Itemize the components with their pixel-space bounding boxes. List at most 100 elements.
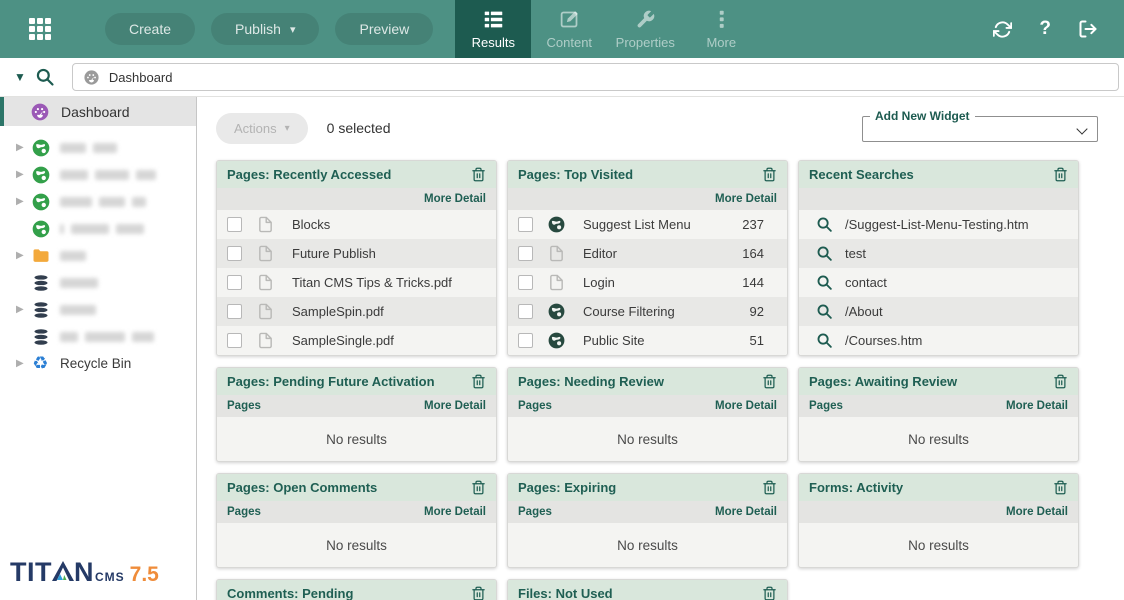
widget-files-not-used: Files: Not Used bbox=[507, 579, 788, 600]
row-checkbox[interactable] bbox=[518, 217, 533, 232]
content-edit-icon bbox=[559, 9, 580, 30]
expand-arrow-icon[interactable]: ▶ bbox=[16, 196, 30, 207]
app-grid-icon[interactable] bbox=[29, 18, 51, 40]
tab-properties[interactable]: Properties bbox=[607, 0, 683, 58]
expand-arrow-icon[interactable]: ▶ bbox=[16, 250, 30, 261]
tab-more[interactable]: More bbox=[683, 0, 759, 58]
row-label: contact bbox=[845, 275, 887, 290]
more-detail-link[interactable]: More Detail bbox=[715, 193, 777, 205]
row-label: SampleSingle.pdf bbox=[292, 333, 394, 348]
preview-button[interactable]: Preview bbox=[335, 13, 433, 45]
publish-button[interactable]: Publish▾ bbox=[211, 13, 319, 45]
tab-results[interactable]: Results bbox=[455, 0, 531, 58]
actions-button[interactable]: Actions▾ bbox=[216, 113, 308, 144]
more-detail-link[interactable]: More Detail bbox=[424, 506, 486, 518]
list-item[interactable]: /Courses.htm bbox=[799, 326, 1078, 355]
trash-icon[interactable] bbox=[762, 586, 777, 600]
more-detail-link[interactable]: More Detail bbox=[715, 506, 777, 518]
main-tabs: Results Content Properties More bbox=[455, 0, 759, 58]
expand-arrow-icon[interactable]: ▶ bbox=[16, 304, 30, 315]
expand-arrow-icon[interactable]: ▶ bbox=[16, 142, 30, 153]
logo-mountain-icon bbox=[52, 557, 74, 577]
sidebar-item-site[interactable]: ▶ bbox=[0, 161, 196, 188]
sidebar-item-recycle-bin[interactable]: ▶ ♻ Recycle Bin bbox=[0, 350, 196, 377]
sidebar-item-database[interactable] bbox=[0, 269, 196, 296]
row-label: test bbox=[845, 246, 866, 261]
list-item[interactable]: /Suggest-List-Menu-Testing.htm bbox=[799, 210, 1078, 239]
row-checkbox[interactable] bbox=[227, 217, 242, 232]
sidebar-item-site[interactable] bbox=[0, 215, 196, 242]
more-detail-link[interactable]: More Detail bbox=[424, 193, 486, 205]
search-icon[interactable] bbox=[35, 67, 55, 87]
row-checkbox[interactable] bbox=[518, 304, 533, 319]
row-count: 51 bbox=[750, 333, 764, 348]
trash-icon[interactable] bbox=[1053, 167, 1068, 182]
refresh-icon[interactable] bbox=[993, 20, 1012, 39]
logout-icon[interactable] bbox=[1078, 19, 1098, 39]
help-icon[interactable]: ? bbox=[1039, 18, 1051, 40]
create-label: Create bbox=[129, 21, 171, 37]
list-item[interactable]: contact bbox=[799, 268, 1078, 297]
row-label: Titan CMS Tips & Tricks.pdf bbox=[292, 275, 452, 290]
trash-icon[interactable] bbox=[471, 586, 486, 600]
row-checkbox[interactable] bbox=[227, 304, 242, 319]
trash-icon[interactable] bbox=[762, 480, 777, 495]
trash-icon[interactable] bbox=[1053, 480, 1068, 495]
sidebar-item-folder[interactable]: ▶ bbox=[0, 242, 196, 269]
more-detail-link[interactable]: More Detail bbox=[424, 400, 486, 412]
trash-icon[interactable] bbox=[471, 167, 486, 182]
more-detail-link[interactable]: More Detail bbox=[1006, 400, 1068, 412]
search-icon bbox=[815, 332, 833, 349]
widget-pages-top-visited: Pages: Top Visited More Detail Suggest L… bbox=[507, 160, 788, 356]
list-item[interactable]: Editor164 bbox=[508, 239, 787, 268]
search-input-value: Dashboard bbox=[109, 70, 173, 85]
sidebar-item-database[interactable]: ▶ bbox=[0, 296, 196, 323]
expand-arrow-icon[interactable]: ▶ bbox=[16, 358, 30, 369]
sidebar-item-site[interactable]: ▶ bbox=[0, 188, 196, 215]
list-item[interactable]: Public Site 51 bbox=[508, 326, 787, 355]
more-detail-link[interactable]: More Detail bbox=[715, 400, 777, 412]
row-checkbox[interactable] bbox=[518, 275, 533, 290]
widget-title: Pages: Expiring bbox=[518, 480, 762, 495]
list-item[interactable]: Suggest List Menu237 bbox=[508, 210, 787, 239]
list-item[interactable]: test bbox=[799, 239, 1078, 268]
search-input[interactable]: Dashboard bbox=[72, 63, 1119, 91]
trash-icon[interactable] bbox=[471, 480, 486, 495]
list-item[interactable]: SampleSingle.pdf bbox=[217, 326, 496, 355]
list-item[interactable]: Course Filtering92 bbox=[508, 297, 787, 326]
add-new-widget-select[interactable]: Add New Widget bbox=[862, 109, 1098, 142]
search-dropdown-caret-icon[interactable]: ▼ bbox=[14, 70, 26, 84]
row-label: Suggest List Menu bbox=[583, 217, 691, 232]
trash-icon[interactable] bbox=[1053, 374, 1068, 389]
sidebar-item-dashboard[interactable]: Dashboard bbox=[0, 97, 196, 126]
results-icon bbox=[483, 9, 504, 30]
trash-icon[interactable] bbox=[471, 374, 486, 389]
row-checkbox[interactable] bbox=[518, 246, 533, 261]
tab-content[interactable]: Content bbox=[531, 0, 607, 58]
trash-icon[interactable] bbox=[762, 167, 777, 182]
tab-results-label: Results bbox=[472, 35, 515, 50]
list-item[interactable]: Login144 bbox=[508, 268, 787, 297]
widget-title: Recent Searches bbox=[809, 167, 1053, 182]
list-item[interactable]: /About bbox=[799, 297, 1078, 326]
sidebar-item-site[interactable]: ▶ bbox=[0, 134, 196, 161]
recycle-bin-icon: ♻ bbox=[30, 355, 51, 373]
row-checkbox[interactable] bbox=[227, 246, 242, 261]
logo-text: TIT bbox=[10, 557, 52, 588]
globe-icon bbox=[30, 138, 51, 158]
expand-arrow-icon[interactable]: ▶ bbox=[16, 169, 30, 180]
create-button[interactable]: Create bbox=[105, 13, 195, 45]
row-checkbox[interactable] bbox=[227, 275, 242, 290]
list-item[interactable]: Future Publish bbox=[217, 239, 496, 268]
sidebar-item-database[interactable] bbox=[0, 323, 196, 350]
row-label: Public Site bbox=[583, 333, 644, 348]
list-item[interactable]: Blocks bbox=[217, 210, 496, 239]
trash-icon[interactable] bbox=[762, 374, 777, 389]
row-label: Blocks bbox=[292, 217, 330, 232]
row-checkbox[interactable] bbox=[227, 333, 242, 348]
widget-title: Pages: Pending Future Activation bbox=[227, 374, 471, 389]
list-item[interactable]: Titan CMS Tips & Tricks.pdf bbox=[217, 268, 496, 297]
list-item[interactable]: SampleSpin.pdf bbox=[217, 297, 496, 326]
more-detail-link[interactable]: More Detail bbox=[1006, 506, 1068, 518]
row-checkbox[interactable] bbox=[518, 333, 533, 348]
